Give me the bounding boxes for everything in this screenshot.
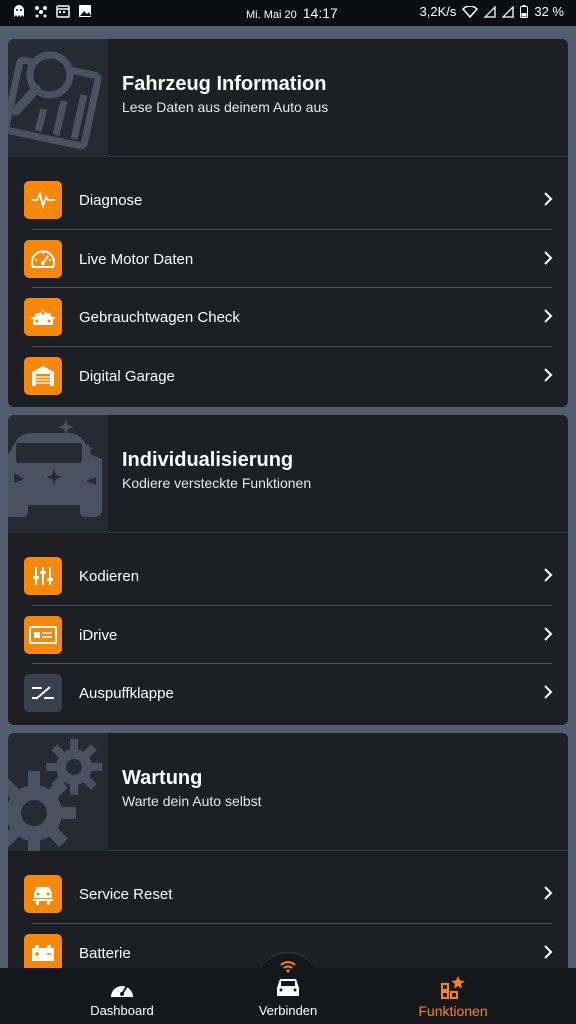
report-magnifier-icon: [8, 39, 108, 157]
card-subtitle: Lese Daten aus deinem Auto aus: [122, 99, 329, 115]
card-subtitle: Kodiere versteckte Funktionen: [122, 475, 312, 491]
image-app-icon: [78, 4, 92, 18]
chevron-right-icon: [544, 685, 553, 700]
list-item-label: Service Reset: [79, 886, 173, 903]
list-item-label: Auspuffklappe: [79, 685, 174, 703]
list-item-label: iDrive: [79, 626, 118, 644]
calendar-app-icon: [56, 4, 70, 18]
chevron-right-icon: [544, 192, 553, 206]
nav-functions-label: Funktionen: [418, 1003, 488, 1019]
battery-icon: [24, 933, 62, 968]
card-header: Wartung Warte dein Auto selbst: [8, 733, 568, 855]
list-item-digital-garage[interactable]: Digital Garage: [8, 347, 568, 406]
status-indicators: 3,2K/s 32 %: [420, 4, 565, 19]
grid-star-icon: [441, 976, 465, 999]
list-item-label: Gebrauchtwagen Check: [79, 309, 240, 327]
signal-icon-2: [502, 5, 515, 18]
battery-percent: 32 %: [534, 4, 564, 19]
bottom-nav: Dashboard Verbinden Funktionen: [0, 961, 576, 1024]
list-item-label: Batterie: [79, 944, 131, 962]
card-vehicle-info: Fahrzeug Information Lese Daten aus dein…: [8, 39, 568, 407]
list-item-label: Diagnose: [79, 192, 143, 209]
nav-connect[interactable]: Verbinden: [228, 961, 348, 1024]
status-time: 14:17: [302, 5, 338, 21]
chevron-right-icon: [544, 568, 553, 582]
list-item-label: Live Motor Daten: [79, 250, 194, 268]
sliders-icon: [24, 557, 62, 595]
status-clock: Mi. Mai 20 14:17: [246, 5, 338, 21]
chevron-right-icon: [544, 250, 553, 265]
car-lift-icon: [24, 875, 62, 913]
pulse-icon: [24, 181, 62, 219]
sparkle-car-icon: [8, 415, 108, 533]
nav-connect-label: Verbinden: [258, 1003, 318, 1018]
speedometer-icon: [24, 239, 62, 278]
status-date: Mi. Mai 20: [246, 9, 297, 21]
card-subtitle: Warte dein Auto selbst: [122, 793, 262, 809]
list-item-coding[interactable]: Kodieren: [8, 547, 568, 606]
net-speed: 3,2K/s: [419, 4, 457, 19]
chevron-right-icon: [544, 626, 553, 641]
list-item-service-reset[interactable]: Service Reset: [8, 865, 568, 924]
exhaust-flap-icon: [24, 674, 62, 713]
ghost-app-icon: [12, 4, 26, 18]
list-item-live-motor-data[interactable]: Live Motor Daten: [8, 230, 568, 289]
speedometer-nav-icon: [111, 985, 133, 997]
signal-icon: [484, 5, 497, 18]
car-check-icon: [24, 298, 62, 337]
notification-icons: [12, 4, 92, 18]
list-item-label: Kodieren: [79, 568, 140, 585]
status-bar: Mi. Mai 20 14:17 3,2K/s 32 %: [0, 0, 576, 26]
nav-dashboard-label: Dashboard: [90, 1003, 154, 1018]
car-wifi-icon: [277, 961, 299, 996]
card-header: Individualisierung Kodiere versteckte Fu…: [8, 415, 568, 533]
wifi-icon: [462, 5, 479, 18]
list-item-diagnose[interactable]: Diagnose: [8, 171, 568, 230]
chevron-right-icon: [544, 944, 553, 959]
nav-dashboard[interactable]: Dashboard: [62, 968, 182, 1024]
list-item-used-car-check[interactable]: Gebrauchtwagen Check: [8, 288, 568, 348]
functions-list[interactable]: Fahrzeug Information Lese Daten aus dein…: [0, 26, 576, 968]
list-item-exhaust-flap[interactable]: Auspuffklappe: [8, 664, 568, 723]
card-maintenance: Wartung Warte dein Auto selbst Service R…: [8, 733, 568, 968]
chevron-right-icon: [544, 886, 553, 900]
card-customization: Individualisierung Kodiere versteckte Fu…: [8, 415, 568, 725]
dots-app-icon: [34, 4, 48, 18]
garage-icon: [24, 357, 62, 396]
chevron-right-icon: [544, 309, 553, 324]
list-item-label: Digital Garage: [79, 368, 175, 386]
display-card-icon: [24, 615, 62, 654]
card-title: Wartung: [122, 767, 203, 789]
nav-functions[interactable]: Funktionen: [393, 968, 513, 1024]
list-item-idrive[interactable]: iDrive: [8, 606, 568, 665]
card-title: Fahrzeug Information: [122, 73, 327, 95]
gears-icon: [8, 733, 108, 855]
chevron-right-icon: [544, 368, 553, 382]
card-header: Fahrzeug Information Lese Daten aus dein…: [8, 39, 568, 157]
battery-status-icon: [520, 5, 529, 18]
card-title: Individualisierung: [122, 449, 294, 471]
